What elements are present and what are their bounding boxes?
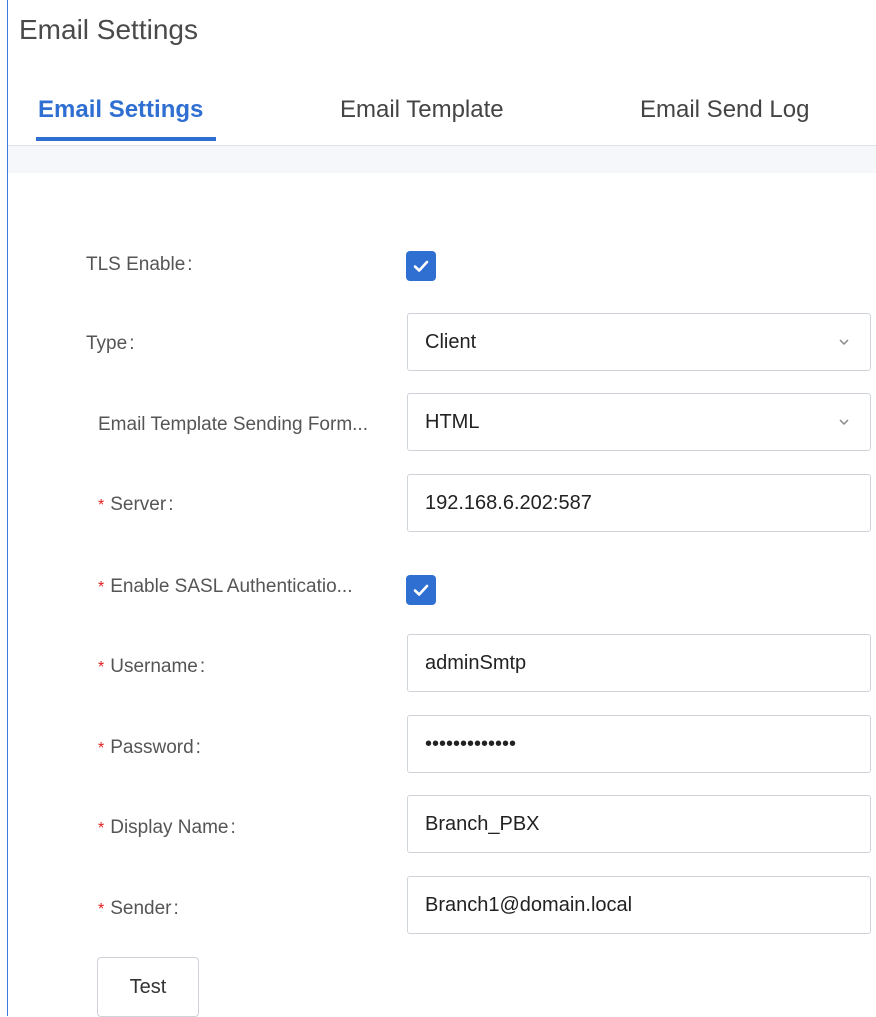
colon: : (195, 737, 201, 758)
required-asterisk: * (98, 579, 105, 596)
sender-input[interactable]: Branch1@domain.local (407, 876, 871, 934)
tls-enable-label-text: TLS Enable (86, 254, 186, 275)
required-asterisk: * (98, 901, 105, 918)
active-tab-indicator (36, 137, 216, 141)
display-name-label: * Display Name: (98, 817, 236, 839)
username-label-text: Username (110, 656, 198, 677)
colon: : (187, 254, 193, 275)
sasl-label: * Enable SASL Authenticatio... (98, 576, 352, 598)
sender-label-text: Sender (110, 898, 172, 919)
sending-format-label: Email Template Sending Form... (98, 414, 368, 435)
sender-label: * Sender: (98, 898, 179, 920)
tls-enable-checkbox[interactable] (406, 251, 436, 281)
type-label-text: Type (86, 333, 128, 354)
tab-email-send-log[interactable]: Email Send Log (640, 96, 809, 124)
password-label-text: Password (110, 737, 194, 758)
required-asterisk: * (98, 497, 105, 514)
test-button[interactable]: Test (97, 957, 199, 1017)
type-select[interactable]: Client (407, 313, 871, 371)
colon: : (173, 898, 179, 919)
required-asterisk: * (98, 820, 105, 837)
username-input[interactable]: adminSmtp (407, 634, 871, 692)
colon: : (129, 333, 135, 354)
required-asterisk: * (98, 740, 105, 757)
server-input[interactable]: 192.168.6.202:587 (407, 474, 871, 532)
tls-enable-label: TLS Enable: (86, 254, 193, 276)
username-label: * Username: (98, 656, 205, 678)
sasl-checkbox[interactable] (406, 575, 436, 605)
display-name-input[interactable]: Branch_PBX (407, 795, 871, 853)
server-label-text: Server (110, 494, 167, 515)
tab-email-settings[interactable]: Email Settings (38, 96, 203, 124)
check-icon (413, 584, 429, 596)
header-band (8, 146, 876, 173)
tab-bar (8, 0, 876, 146)
sending-format-value: HTML (425, 410, 480, 433)
colon: : (168, 494, 174, 515)
server-label: * Server: (98, 494, 173, 516)
type-value: Client (425, 330, 477, 353)
sasl-label-text: Enable SASL Authenticatio... (110, 576, 353, 597)
sending-format-select[interactable]: HTML (407, 393, 871, 451)
colon: : (230, 817, 236, 838)
password-input[interactable]: ••••••••••••• (407, 715, 871, 773)
required-asterisk: * (98, 659, 105, 676)
check-icon (413, 260, 429, 272)
colon: : (199, 656, 206, 677)
chevron-down-icon (839, 339, 849, 346)
password-label: * Password: (98, 737, 201, 759)
type-label: Type: (86, 333, 134, 355)
chevron-down-icon (839, 419, 849, 426)
tab-email-template[interactable]: Email Template (340, 96, 504, 124)
display-name-label-text: Display Name (110, 817, 229, 838)
